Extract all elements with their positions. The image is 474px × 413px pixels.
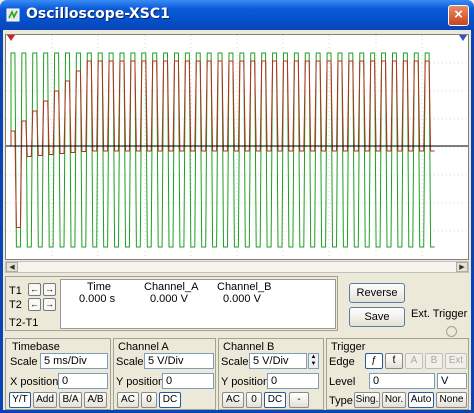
- channel-a-ac-button[interactable]: AC: [117, 392, 139, 408]
- channel-a-panel: Channel A Scale 5 V/Div Y position 0 AC …: [113, 338, 216, 410]
- channel-b-ac-button[interactable]: AC: [222, 392, 244, 408]
- type-single-button[interactable]: Sing.: [354, 392, 380, 408]
- t1-left-button[interactable]: ←: [28, 283, 41, 296]
- channel-a-scale-field[interactable]: 5 V/Div: [144, 353, 214, 369]
- timebase-scale-label: Scale: [10, 356, 38, 368]
- x-position-field[interactable]: 0: [58, 373, 108, 389]
- channel-b-scale-field[interactable]: 5 V/Div: [249, 353, 307, 369]
- save-button[interactable]: Save: [349, 307, 405, 327]
- close-button[interactable]: ×: [448, 5, 469, 26]
- timebase-panel: Timebase Scale 5 ms/Div X position 0 Y/T…: [5, 338, 111, 410]
- ab-mode-button[interactable]: A/B: [84, 392, 107, 408]
- t2-t1-label: T2-T1: [9, 317, 39, 329]
- trigger-level-unit[interactable]: V: [437, 373, 467, 389]
- trigger-title: Trigger: [331, 341, 366, 353]
- rising-edge-button[interactable]: ƒ: [365, 353, 383, 369]
- timebase-scale-field[interactable]: 5 ms/Div: [40, 353, 108, 369]
- t2-left-button[interactable]: ←: [28, 298, 41, 311]
- value-channel-b: 0.000 V: [223, 293, 261, 305]
- trigger-level-field[interactable]: 0: [369, 373, 435, 389]
- yt-mode-button[interactable]: Y/T: [9, 392, 31, 408]
- channel-a-ypos-label: Y position: [116, 376, 165, 388]
- edge-label: Edge: [329, 356, 355, 368]
- channel-b-ypos-field[interactable]: 0: [267, 373, 319, 389]
- app-icon: [6, 8, 20, 22]
- header-channel-a: Channel_A: [144, 281, 199, 293]
- readout-box: Time Channel_A Channel_B 0.000 s 0.000 V…: [60, 279, 336, 329]
- t2-label: T2: [9, 299, 22, 311]
- reverse-button[interactable]: Reverse: [349, 283, 405, 303]
- ba-mode-button[interactable]: B/A: [59, 392, 82, 408]
- timebase-title: Timebase: [12, 341, 60, 353]
- channel-a-scale-label: Scale: [116, 356, 144, 368]
- scope-display[interactable]: [5, 34, 469, 260]
- cursor-readout-panel: T1 T2 T2-T1 ← → ← → Time Channel_A Chann…: [5, 276, 338, 331]
- title-bar[interactable]: Oscilloscope-XSC1 ×: [0, 0, 474, 30]
- header-time: Time: [87, 281, 112, 293]
- cursor-t1-marker[interactable]: [7, 35, 15, 41]
- trigger-source-ext-button[interactable]: Ext: [445, 353, 467, 369]
- horizontal-scrollbar[interactable]: ◀ ▶: [5, 261, 469, 273]
- type-normal-button[interactable]: Nor.: [382, 392, 406, 408]
- header-channel-b: Channel_B: [217, 281, 272, 293]
- value-channel-a: 0.000 V: [150, 293, 188, 305]
- channel-b-invert-button[interactable]: -: [289, 392, 309, 408]
- t1-right-button[interactable]: →: [43, 283, 56, 296]
- channel-a-title: Channel A: [118, 341, 169, 353]
- x-position-label: X position: [10, 376, 59, 388]
- falling-edge-button[interactable]: ƭ: [385, 353, 403, 369]
- channel-a-zero-button[interactable]: 0: [141, 392, 157, 408]
- trigger-source-a-button[interactable]: A: [405, 353, 423, 369]
- level-label: Level: [329, 376, 356, 388]
- channel-a-ypos-field[interactable]: 0: [162, 373, 214, 389]
- type-auto-button[interactable]: Auto: [408, 392, 434, 408]
- type-none-button[interactable]: None: [436, 392, 467, 408]
- ext-trigger-terminal[interactable]: [446, 326, 457, 337]
- channel-b-zero-button[interactable]: 0: [246, 392, 262, 408]
- channel-b-scale-spinner[interactable]: ▲ ▼: [308, 353, 319, 369]
- trigger-panel: Trigger Edge ƒ ƭ A B Ext Level 0 V Type …: [326, 338, 469, 410]
- channel-b-scale-label: Scale: [221, 356, 249, 368]
- type-label: Type: [329, 395, 353, 407]
- channel-b-title: Channel B: [223, 341, 275, 353]
- t1-label: T1: [9, 285, 22, 297]
- channel-b-dc-button[interactable]: DC: [264, 392, 286, 408]
- channel-a-dc-button[interactable]: DC: [159, 392, 181, 408]
- cursor-t2-marker[interactable]: [459, 35, 467, 41]
- scroll-right-arrow[interactable]: ▶: [456, 262, 468, 272]
- window-title: Oscilloscope-XSC1: [26, 6, 170, 22]
- trigger-source-b-button[interactable]: B: [425, 353, 443, 369]
- scroll-left-arrow[interactable]: ◀: [6, 262, 18, 272]
- channel-b-ypos-label: Y position: [221, 376, 270, 388]
- channel-b-panel: Channel B Scale 5 V/Div ▲ ▼ Y position 0 …: [218, 338, 324, 410]
- scope-plot: [6, 35, 468, 259]
- value-time: 0.000 s: [79, 293, 116, 305]
- add-mode-button[interactable]: Add: [33, 392, 57, 408]
- ext-trigger-label: Ext. Trigger: [411, 308, 468, 320]
- t2-right-button[interactable]: →: [43, 298, 56, 311]
